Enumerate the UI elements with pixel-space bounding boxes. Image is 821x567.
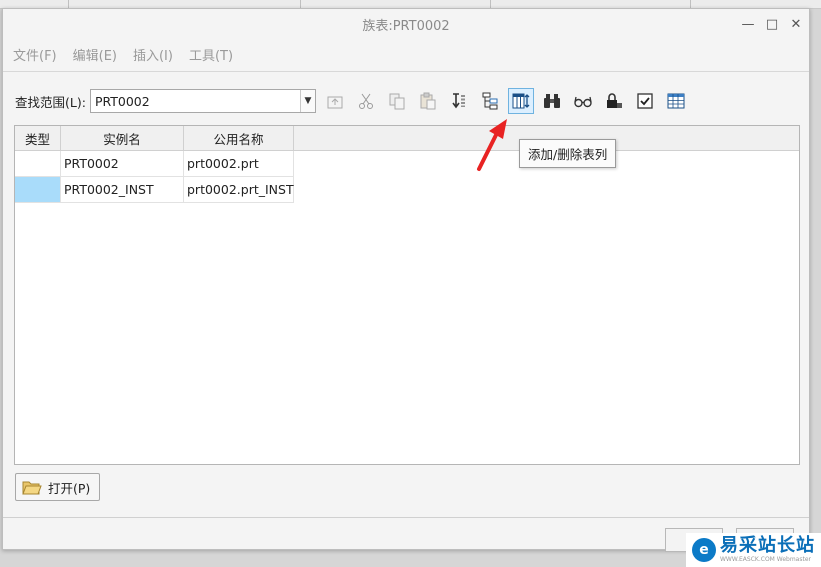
family-table[interactable]: 类型 实例名 公用名称 PRT0002 prt0002.prt PRT0002_… [14,125,800,465]
menu-edit[interactable]: 编辑(E) [73,45,117,64]
table-icon[interactable] [663,88,689,114]
cell-instance-name[interactable]: PRT0002_INST [61,177,184,203]
column-header-type[interactable]: 类型 [15,126,61,150]
tooltip: 添加/删除表列 [519,139,617,168]
lock-icon[interactable] [601,88,627,114]
minimize-icon[interactable]: — [741,17,755,32]
dialog-title: 族表:PRT0002 [362,18,450,34]
table-header: 类型 实例名 公用名称 [15,126,799,151]
copy-icon[interactable] [384,88,410,114]
add-remove-columns-icon[interactable] [507,88,534,114]
window-controls: — □ ✕ [741,9,803,39]
annotation-arrow-icon [477,119,507,171]
lookin-combobox[interactable]: PRT0002 ▼ [89,89,316,113]
lookin-label: 查找范围(L): [15,94,86,110]
folder-open-icon [22,481,42,495]
up-level-icon[interactable] [322,88,348,114]
maximize-icon[interactable]: □ [765,17,779,32]
lookin-value: PRT0002 [94,93,150,109]
table-row[interactable]: PRT0002 prt0002.prt [15,151,799,177]
tool-buttons [322,88,694,114]
table-row[interactable]: PRT0002_INST prt0002.prt_INST [15,177,799,203]
menu-separator [3,71,809,72]
watermark: e 易采站长站 WWW.EASCK.COM Webmaster [686,533,821,567]
watermark-brand: 易采站长站 [720,535,815,556]
watermark-logo-icon: e [692,538,716,562]
column-header-common-name[interactable]: 公用名称 [184,126,294,150]
chevron-down-icon[interactable]: ▼ [299,90,315,112]
family-table-dialog: 族表:PRT0002 — □ ✕ 文件(F) 编辑(E) 插入(I) 工具(T)… [2,8,810,552]
cell-common-name[interactable]: prt0002.prt [184,151,294,177]
tree-icon[interactable] [477,88,503,114]
cell-common-name[interactable]: prt0002.prt_INST [184,177,294,203]
watermark-sub: WWW.EASCK.COM Webmaster [720,556,811,563]
paste-icon[interactable] [415,88,441,114]
cut-icon[interactable] [353,88,379,114]
dialog-titlebar: 族表:PRT0002 [3,9,809,39]
toolbar: 查找范围(L): PRT0002 ▼ [15,87,694,115]
bottom-separator [3,517,809,518]
menu-bar: 文件(F) 编辑(E) 插入(I) 工具(T) [13,45,233,64]
binoculars-icon[interactable] [539,88,565,114]
checkbox-icon[interactable] [632,88,658,114]
menu-tools[interactable]: 工具(T) [189,45,233,64]
menu-insert[interactable]: 插入(I) [133,45,173,64]
cell-type-selected[interactable] [15,177,61,203]
cell-instance-name[interactable]: PRT0002 [61,151,184,177]
menu-file[interactable]: 文件(F) [13,45,57,64]
open-button-label: 打开(P) [48,480,91,496]
close-icon[interactable]: ✕ [789,17,803,32]
open-button[interactable]: 打开(P) [15,473,101,501]
glasses-icon[interactable] [570,88,596,114]
column-header-instance-name[interactable]: 实例名 [61,126,184,150]
sort-icon[interactable] [446,88,472,114]
cell-type[interactable] [15,151,61,177]
